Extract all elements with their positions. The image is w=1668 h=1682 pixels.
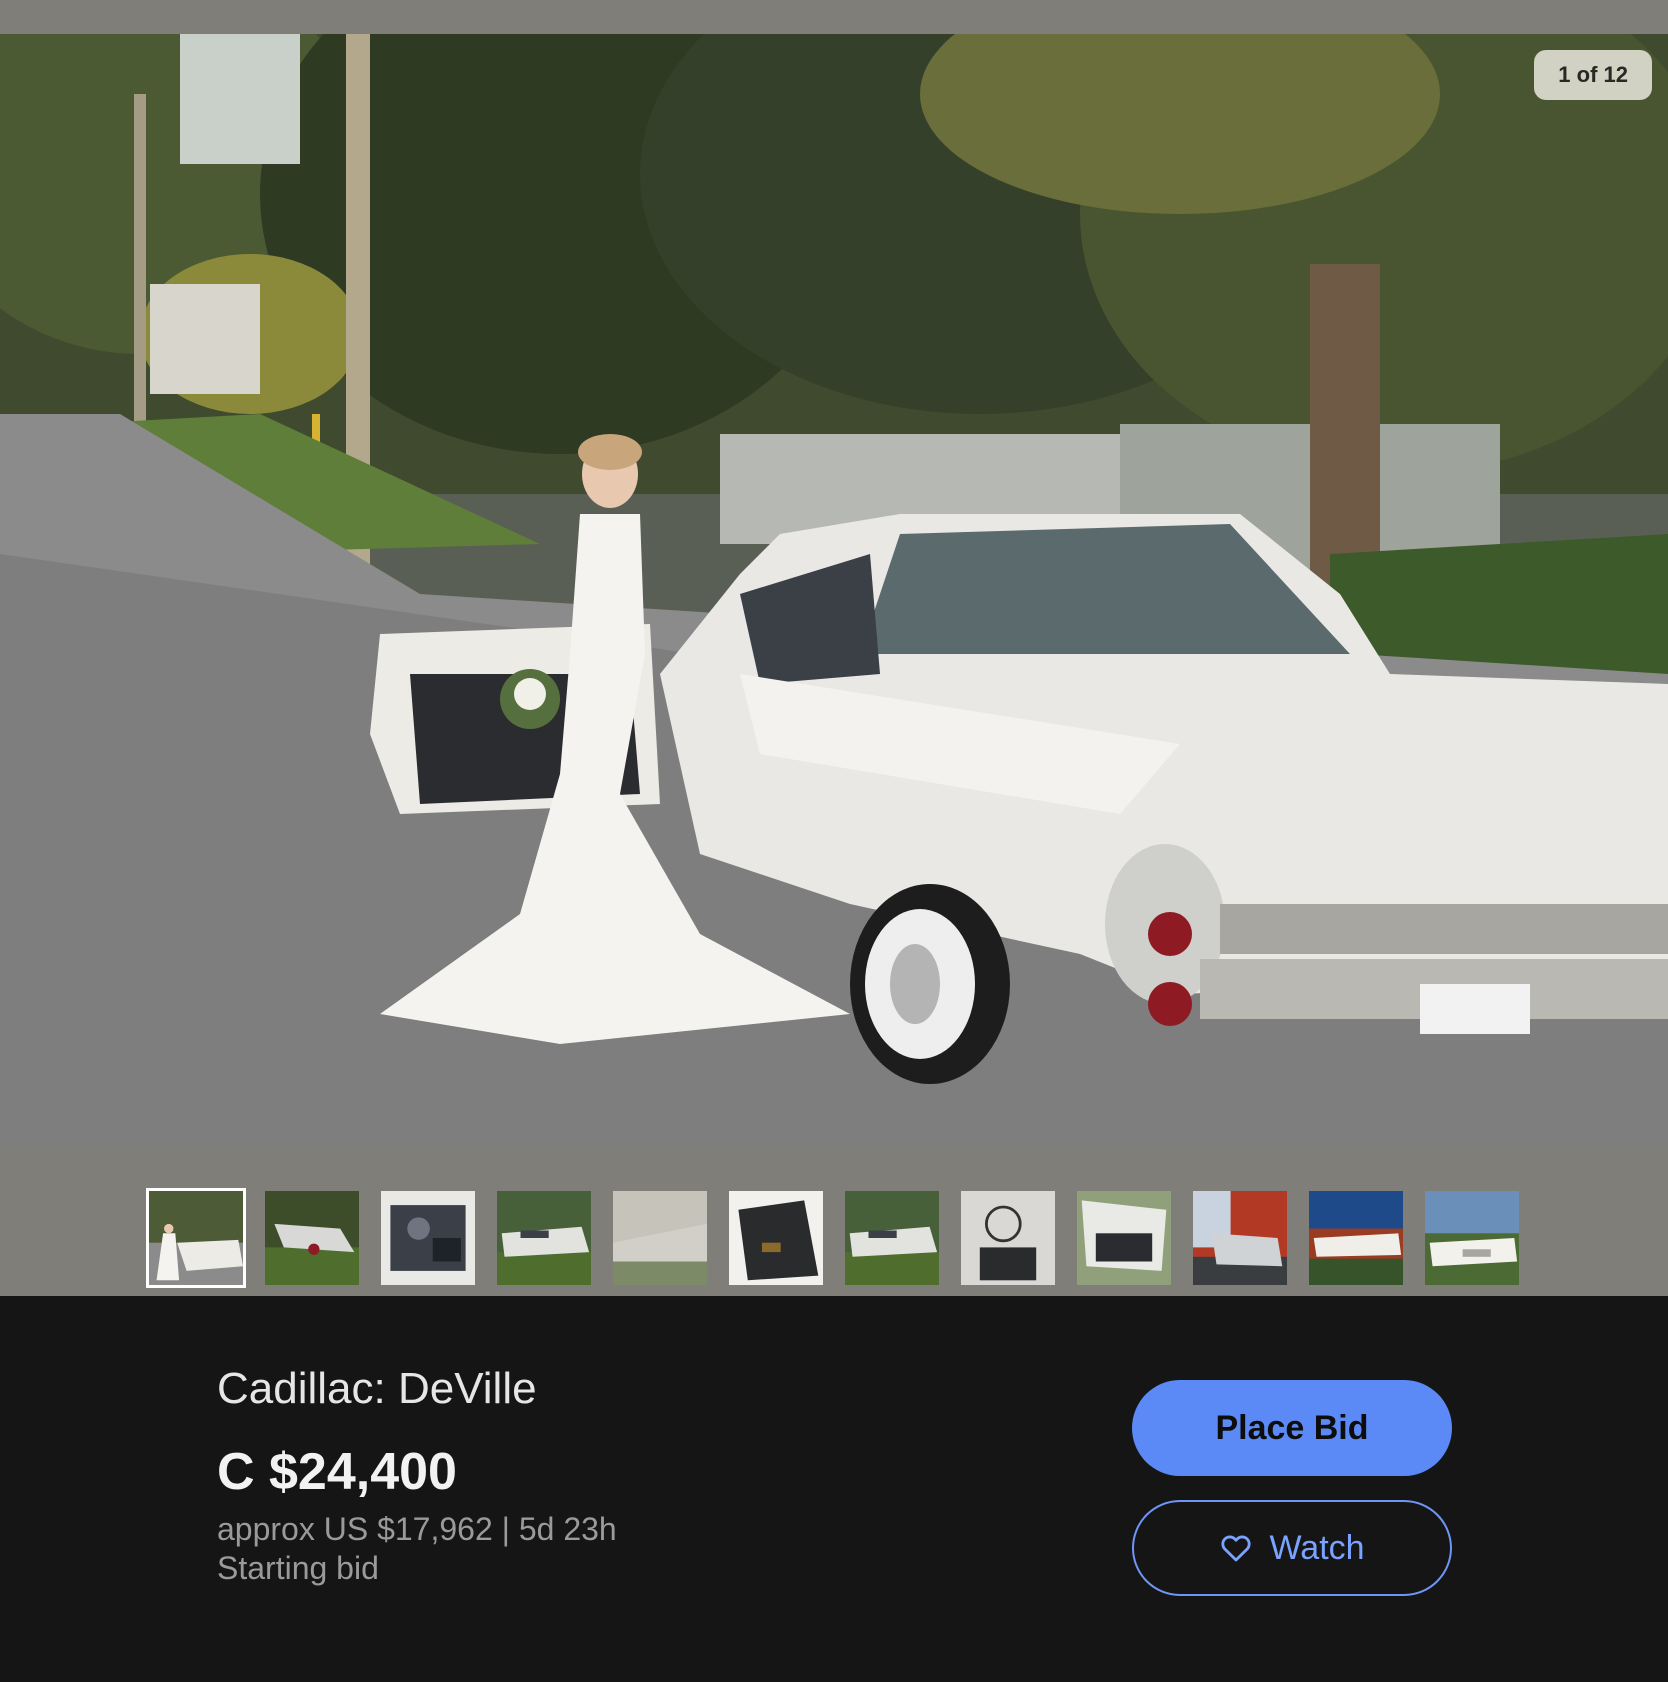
thumbnail-8[interactable] [958,1188,1058,1288]
thumbnail-9[interactable] [1074,1188,1174,1288]
watch-label: Watch [1269,1528,1365,1567]
thumbnail-image [265,1191,359,1285]
thumbnail-2[interactable] [262,1188,362,1288]
bid-type: Starting bid [217,1550,379,1586]
thumbnail-image [1193,1191,1287,1285]
main-photo-image [0,34,1668,1146]
thumbnail-image [149,1191,243,1285]
approx-price-time-left: approx US $17,962 | 5d 23h [217,1511,617,1547]
image-gallery: 1 of 12 [0,0,1668,1296]
thumbnail-3[interactable] [378,1188,478,1288]
thumbnail-image [1077,1191,1171,1285]
listing-info: Cadillac: DeVille C $24,400 approx US $1… [0,1296,1668,1682]
thumbnail-10[interactable] [1190,1188,1290,1288]
heart-icon [1221,1535,1252,1562]
thumbnail-6[interactable] [726,1188,826,1288]
thumbnail-image [1309,1191,1403,1285]
thumbnail-7[interactable] [842,1188,942,1288]
thumbnail-5[interactable] [610,1188,710,1288]
thumbnail-image [729,1191,823,1285]
thumbnail-4[interactable] [494,1188,594,1288]
thumbnail-image [845,1191,939,1285]
thumbnail-image [381,1191,475,1285]
watch-button[interactable]: Watch [1132,1500,1452,1596]
thumbnail-1[interactable] [146,1188,246,1288]
listing-title: Cadillac: DeVille [217,1364,537,1413]
listing-meta: approx US $17,962 | 5d 23h Starting bid [217,1510,617,1588]
thumbnail-strip [146,1188,1522,1288]
thumbnail-image [613,1191,707,1285]
thumbnail-image [961,1191,1055,1285]
place-bid-button[interactable]: Place Bid [1132,1380,1452,1476]
thumbnail-12[interactable] [1422,1188,1522,1288]
main-photo[interactable]: 1 of 12 [0,34,1668,1146]
thumbnail-image [1425,1191,1519,1285]
thumbnail-image [497,1191,591,1285]
listing-price: C $24,400 [217,1443,457,1501]
thumbnail-11[interactable] [1306,1188,1406,1288]
image-counter: 1 of 12 [1534,50,1652,100]
